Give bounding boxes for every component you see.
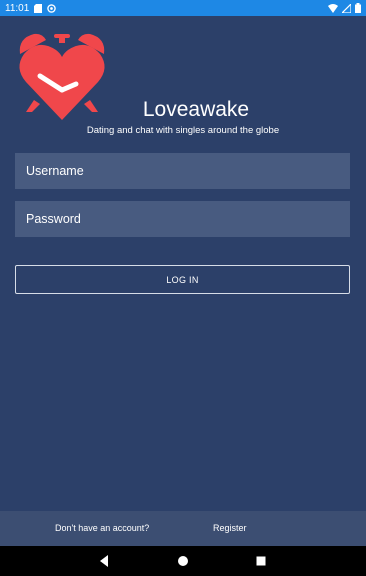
password-field[interactable] <box>15 201 350 237</box>
back-icon[interactable] <box>97 554 111 568</box>
sd-card-icon <box>34 3 43 13</box>
username-field[interactable] <box>15 153 350 189</box>
footer: Don't have an account? Register <box>0 511 366 546</box>
status-time: 11:01 <box>5 2 30 14</box>
register-prompt: Don't have an account? <box>55 523 150 533</box>
app-title: Loveawake <box>142 98 250 121</box>
sync-icon <box>47 3 57 13</box>
wifi-icon <box>328 3 338 13</box>
battery-icon <box>355 3 361 13</box>
status-bar: 11:01 <box>0 0 366 16</box>
app-tagline: Dating and chat with singles around the … <box>86 125 280 136</box>
signal-icon <box>342 3 351 13</box>
login-screen: Loveawake Dating and chat with singles a… <box>0 16 366 546</box>
home-icon[interactable] <box>176 554 190 568</box>
register-link[interactable]: Register <box>213 523 247 533</box>
navigation-bar <box>0 546 366 576</box>
status-right <box>328 3 361 13</box>
login-button[interactable]: LOG IN <box>15 265 350 294</box>
status-left: 11:01 <box>5 2 57 14</box>
recents-icon[interactable] <box>254 554 268 568</box>
